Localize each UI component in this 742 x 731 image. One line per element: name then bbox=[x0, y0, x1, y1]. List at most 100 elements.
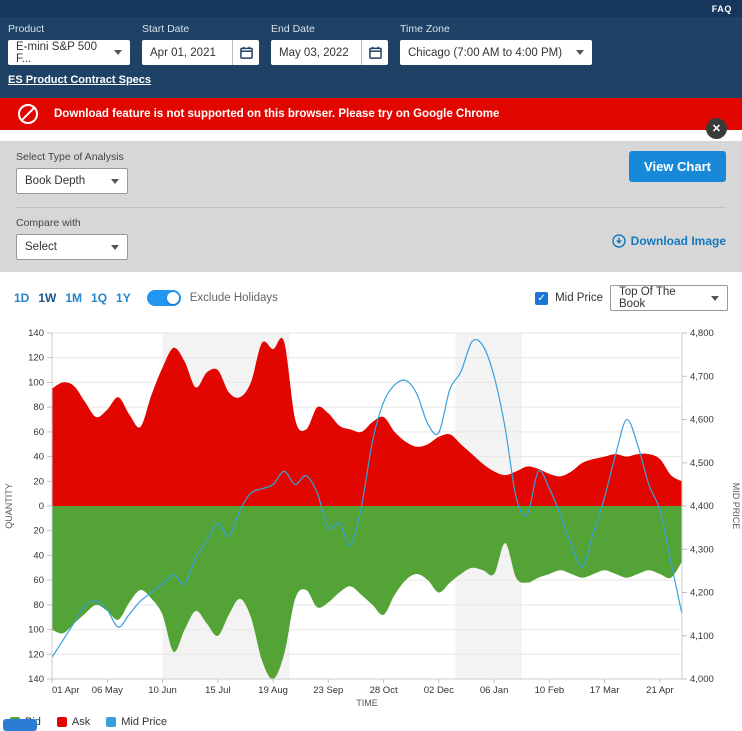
legend-item-ask[interactable]: Ask bbox=[57, 716, 90, 728]
analysis-panel: Select Type of Analysis Book Depth View … bbox=[0, 141, 742, 272]
partial-button[interactable] bbox=[3, 719, 37, 731]
svg-text:TIME: TIME bbox=[356, 698, 378, 708]
time-zone-field: Time Zone Chicago (7:00 AM to 4:00 PM) bbox=[400, 23, 592, 65]
product-field: Product E-mini S&P 500 F... bbox=[8, 23, 130, 65]
svg-text:10 Jun: 10 Jun bbox=[148, 685, 177, 696]
end-date-input[interactable]: May 03, 2022 bbox=[271, 40, 388, 65]
svg-text:120: 120 bbox=[28, 353, 44, 364]
compare-with-label: Compare with bbox=[16, 217, 726, 229]
right-controls: ✓ Mid Price Top Of The Book bbox=[535, 285, 728, 311]
mid-price-label: Mid Price bbox=[555, 292, 603, 304]
faq-link[interactable]: FAQ bbox=[712, 4, 732, 14]
end-date-value: May 03, 2022 bbox=[271, 47, 361, 59]
svg-text:4,000: 4,000 bbox=[690, 674, 714, 685]
book-depth-analytics-page: { "header": { "faq": "FAQ", "fields": { … bbox=[0, 0, 742, 727]
download-image-link[interactable]: Download Image bbox=[612, 234, 726, 248]
header: FAQ Product E-mini S&P 500 F... Start Da… bbox=[0, 0, 742, 98]
start-date-label: Start Date bbox=[142, 23, 259, 35]
legend-label: Mid Price bbox=[121, 716, 167, 728]
svg-text:40: 40 bbox=[33, 452, 44, 463]
svg-text:4,200: 4,200 bbox=[690, 588, 714, 599]
compare-select[interactable]: Select bbox=[16, 234, 128, 260]
product-select-value: E-mini S&P 500 F... bbox=[16, 41, 106, 65]
svg-text:15 Jul: 15 Jul bbox=[205, 685, 230, 696]
chart-legend: BidAskMid Price bbox=[0, 714, 742, 728]
svg-text:20: 20 bbox=[33, 476, 44, 487]
close-icon[interactable]: ✕ bbox=[706, 118, 727, 139]
legend-item-mid-price[interactable]: Mid Price bbox=[106, 716, 167, 728]
compare-row: Compare with Select Download Image bbox=[16, 207, 726, 260]
range-1q[interactable]: 1Q bbox=[91, 291, 107, 305]
contract-specs-link[interactable]: ES Product Contract Specs bbox=[8, 74, 151, 86]
warning-message: Download feature is not supported on thi… bbox=[54, 108, 499, 120]
calendar-icon[interactable] bbox=[232, 40, 259, 65]
range-1w[interactable]: 1W bbox=[38, 291, 56, 305]
range-selector: 1D 1W 1M 1Q 1Y bbox=[14, 289, 140, 307]
compare-select-value: Select bbox=[25, 241, 57, 253]
svg-text:MID PRICE: MID PRICE bbox=[731, 483, 741, 530]
download-image-label: Download Image bbox=[631, 234, 726, 248]
range-1d[interactable]: 1D bbox=[14, 291, 29, 305]
legend-swatch bbox=[57, 717, 67, 727]
svg-text:80: 80 bbox=[33, 600, 44, 611]
chevron-down-icon bbox=[711, 296, 719, 301]
start-date-input[interactable]: Apr 01, 2021 bbox=[142, 40, 259, 65]
end-date-field: End Date May 03, 2022 bbox=[271, 23, 388, 65]
svg-text:4,300: 4,300 bbox=[690, 544, 714, 555]
svg-text:06 May: 06 May bbox=[92, 685, 123, 696]
svg-text:4,600: 4,600 bbox=[690, 415, 714, 426]
timezone-select[interactable]: Chicago (7:00 AM to 4:00 PM) bbox=[400, 40, 592, 65]
chart-controls: 1D 1W 1M 1Q 1Y Exclude Holidays ✓ Mid Price … bbox=[0, 285, 742, 311]
svg-text:60: 60 bbox=[33, 575, 44, 586]
svg-text:4,700: 4,700 bbox=[690, 371, 714, 382]
mid-price-checkbox[interactable]: ✓ bbox=[535, 292, 548, 305]
book-select[interactable]: Top Of The Book bbox=[610, 285, 728, 311]
legend-label: Ask bbox=[72, 716, 90, 728]
download-icon bbox=[612, 234, 626, 248]
exclude-holidays-toggle[interactable] bbox=[147, 290, 181, 306]
chart-section: 1D 1W 1M 1Q 1Y Exclude Holidays ✓ Mid Price … bbox=[0, 272, 742, 728]
svg-text:80: 80 bbox=[33, 402, 44, 413]
svg-text:100: 100 bbox=[28, 625, 44, 636]
range-1y[interactable]: 1Y bbox=[116, 291, 131, 305]
chevron-down-icon bbox=[111, 179, 119, 184]
start-date-value: Apr 01, 2021 bbox=[142, 47, 232, 59]
chevron-down-icon bbox=[576, 50, 584, 55]
end-date-label: End Date bbox=[271, 23, 388, 35]
chevron-down-icon bbox=[111, 245, 119, 250]
prohibited-icon bbox=[18, 104, 38, 124]
analysis-select-value: Book Depth bbox=[25, 175, 85, 187]
svg-text:02 Dec: 02 Dec bbox=[424, 685, 454, 696]
svg-text:21 Apr: 21 Apr bbox=[646, 685, 673, 696]
time-zone-label: Time Zone bbox=[400, 23, 592, 35]
svg-text:140: 140 bbox=[28, 328, 44, 339]
svg-text:4,100: 4,100 bbox=[690, 631, 714, 642]
svg-text:0: 0 bbox=[39, 501, 44, 512]
view-chart-button[interactable]: View Chart bbox=[629, 151, 726, 182]
chevron-down-icon bbox=[114, 50, 122, 55]
svg-text:10 Feb: 10 Feb bbox=[535, 685, 565, 696]
book-depth-chart[interactable]: 140120100806040200204060801001201404,000… bbox=[0, 311, 742, 709]
calendar-icon[interactable] bbox=[361, 40, 388, 65]
range-1m[interactable]: 1M bbox=[65, 291, 82, 305]
svg-text:QUANTITY: QUANTITY bbox=[4, 483, 14, 529]
analysis-row: Select Type of Analysis Book Depth View … bbox=[16, 151, 726, 194]
svg-text:60: 60 bbox=[33, 427, 44, 438]
product-select[interactable]: E-mini S&P 500 F... bbox=[8, 40, 130, 65]
svg-text:20: 20 bbox=[33, 526, 44, 537]
svg-text:4,400: 4,400 bbox=[690, 501, 714, 512]
svg-text:28 Oct: 28 Oct bbox=[370, 685, 398, 696]
query-form: Product E-mini S&P 500 F... Start Date A… bbox=[0, 17, 742, 65]
exclude-holidays-label: Exclude Holidays bbox=[190, 292, 278, 304]
svg-text:06 Jan: 06 Jan bbox=[480, 685, 509, 696]
timezone-select-value: Chicago (7:00 AM to 4:00 PM) bbox=[408, 47, 562, 59]
svg-text:01 Apr: 01 Apr bbox=[52, 685, 79, 696]
toggle-knob bbox=[167, 292, 179, 304]
start-date-field: Start Date Apr 01, 2021 bbox=[142, 23, 259, 65]
analysis-type-label: Select Type of Analysis bbox=[16, 151, 726, 163]
legend-swatch bbox=[106, 717, 116, 727]
svg-text:40: 40 bbox=[33, 550, 44, 561]
product-label: Product bbox=[8, 23, 130, 35]
book-select-value: Top Of The Book bbox=[619, 286, 703, 310]
analysis-select[interactable]: Book Depth bbox=[16, 168, 128, 194]
